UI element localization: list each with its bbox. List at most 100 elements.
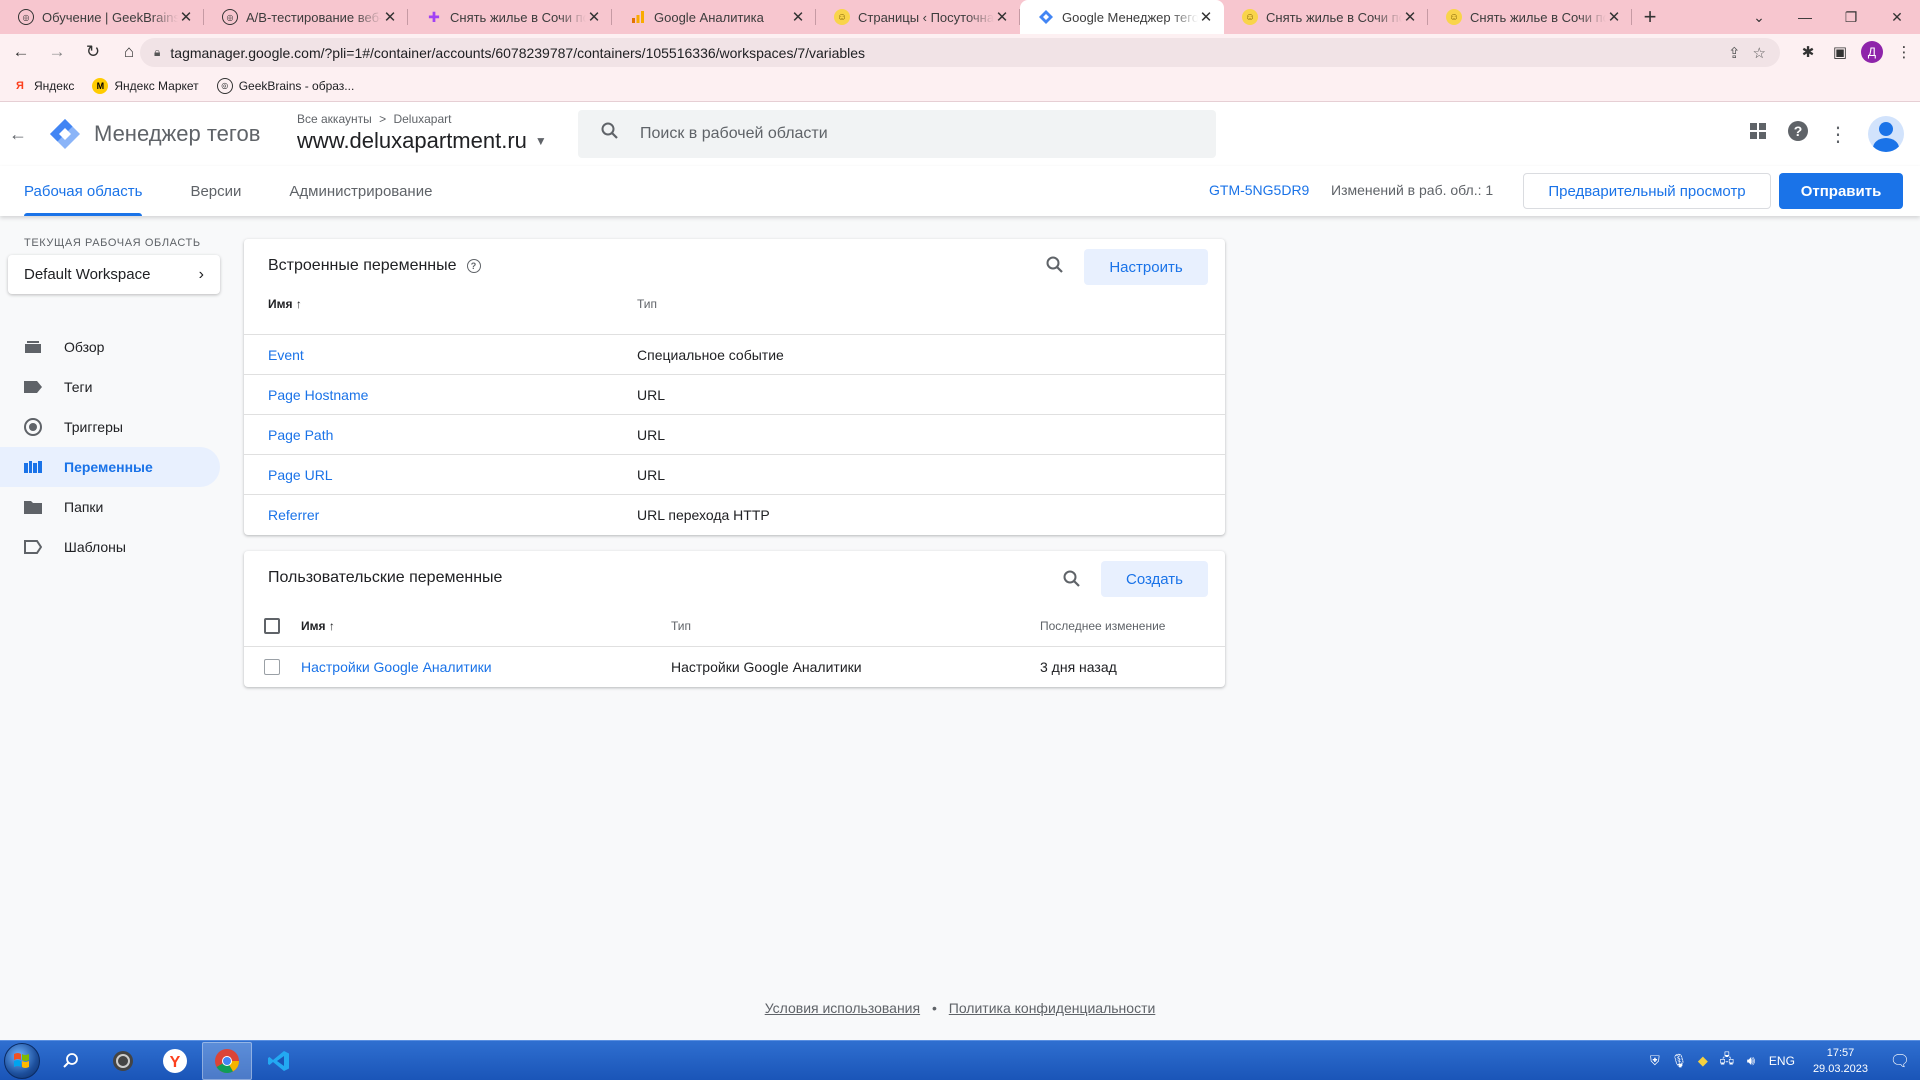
- tab-versions[interactable]: Версии: [166, 166, 265, 216]
- column-header-name[interactable]: Имя ↑: [301, 619, 335, 633]
- container-selector[interactable]: Все аккаунты > Deluxapart www.deluxapart…: [297, 112, 547, 154]
- tab-workspace[interactable]: Рабочая область: [0, 166, 166, 216]
- variable-name-link[interactable]: Page URL: [268, 467, 333, 483]
- extensions-icon[interactable]: ✱: [1792, 43, 1824, 61]
- search-icon[interactable]: [1045, 255, 1065, 281]
- variable-name-link[interactable]: Page Path: [268, 427, 333, 443]
- sidebar-item-overview[interactable]: Обзор: [0, 327, 220, 367]
- submit-button[interactable]: Отправить: [1779, 173, 1903, 209]
- tray-app-icon[interactable]: ⛨: [1643, 1053, 1667, 1069]
- workspace-selector[interactable]: Default Workspace ›: [8, 255, 220, 294]
- search-input[interactable]: [640, 125, 1200, 143]
- start-button[interactable]: [0, 1041, 44, 1080]
- sidebar-item-tags[interactable]: Теги: [0, 367, 220, 407]
- restore-icon[interactable]: ❐: [1828, 0, 1874, 34]
- address-bar[interactable]: 🔒︎ tagmanager.google.com/?pli=1#/contain…: [140, 38, 1780, 67]
- more-options-icon[interactable]: ⋮: [1818, 122, 1858, 147]
- help-icon[interactable]: ?: [1778, 120, 1818, 148]
- sidebar-item-label: Теги: [64, 379, 93, 395]
- back-icon[interactable]: ←: [6, 37, 36, 67]
- language-indicator[interactable]: ENG: [1769, 1054, 1795, 1068]
- browser-tab[interactable]: ◎ Обучение | GeekBrains - о ✕: [0, 0, 204, 34]
- browser-tab[interactable]: ◎ A/B-тестирование веб-пр ✕: [204, 0, 408, 34]
- variable-name-link[interactable]: Referrer: [268, 507, 319, 523]
- container-id-link[interactable]: GTM-5NG5DR9: [1209, 182, 1309, 198]
- bookmark-star-icon[interactable]: ☆: [1753, 44, 1766, 62]
- privacy-link[interactable]: Политика конфиденциальности: [949, 1000, 1156, 1016]
- help-circle-icon[interactable]: ?: [466, 259, 481, 273]
- preview-button[interactable]: Предварительный просмотр: [1523, 173, 1771, 209]
- variable-name-link[interactable]: Page Hostname: [268, 387, 368, 403]
- close-tab-icon[interactable]: ✕: [586, 8, 602, 26]
- browser-tab[interactable]: ☺ Снять жилье в Сочи посу ✕: [1428, 0, 1632, 34]
- sidebar-item-triggers[interactable]: Триггеры: [0, 407, 220, 447]
- forward-icon[interactable]: →: [42, 37, 72, 67]
- workspace-changes: Изменений в раб. обл.: 1: [1331, 182, 1494, 198]
- close-tab-icon[interactable]: ✕: [790, 8, 806, 26]
- close-tab-icon[interactable]: ✕: [994, 8, 1010, 26]
- clock[interactable]: 17:57 29.03.2023: [1813, 1045, 1868, 1077]
- url-text: tagmanager.google.com/?pli=1#/container/…: [170, 44, 866, 61]
- select-all-checkbox[interactable]: [264, 618, 280, 634]
- variable-name-link[interactable]: Event: [268, 347, 304, 363]
- tab-admin[interactable]: Администрирование: [265, 166, 456, 216]
- svg-text:?: ?: [1794, 123, 1803, 139]
- taskbar-app-icon[interactable]: [98, 1042, 148, 1080]
- apps-grid-icon[interactable]: [1738, 122, 1778, 146]
- row-checkbox[interactable]: [264, 658, 280, 675]
- minimize-icon[interactable]: —: [1782, 0, 1828, 34]
- column-header-name[interactable]: Имя ↑: [268, 297, 302, 311]
- browser-tab[interactable]: ☺ Страницы ‹ Посуточная а ✕: [816, 0, 1020, 34]
- terms-link[interactable]: Условия использования: [765, 1000, 920, 1016]
- tab-search-icon[interactable]: ⌄: [1736, 0, 1782, 34]
- yandex-browser-icon[interactable]: Y: [150, 1042, 200, 1080]
- profile-avatar[interactable]: Д: [1861, 41, 1883, 63]
- dropdown-caret-icon: ▼: [534, 134, 547, 148]
- close-window-icon[interactable]: ✕: [1874, 0, 1920, 34]
- close-tab-icon[interactable]: ✕: [1606, 8, 1622, 26]
- sidebar-item-templates[interactable]: Шаблоны: [0, 527, 220, 567]
- clock-time: 17:57: [1826, 1047, 1855, 1059]
- back-arrow-icon[interactable]: ←: [2, 124, 34, 145]
- volume-icon[interactable]: 🔊︎: [1739, 1053, 1763, 1069]
- browser-tab-active[interactable]: Google Менеджер тегов ✕: [1020, 0, 1224, 34]
- sidebar-item-variables[interactable]: Переменные: [0, 447, 220, 487]
- chrome-icon[interactable]: [202, 1041, 252, 1080]
- configure-button[interactable]: Настроить: [1084, 249, 1208, 285]
- workspace-search[interactable]: [578, 110, 1216, 158]
- browser-tab-title: A/B-тестирование веб-пр: [246, 9, 382, 25]
- new-tab-button[interactable]: +: [1632, 0, 1668, 34]
- breadcrumb-account[interactable]: Deluxapart: [393, 112, 451, 126]
- vscode-icon[interactable]: [254, 1042, 304, 1080]
- variable-name-link[interactable]: Настройки Google Аналитики: [301, 659, 492, 675]
- user-avatar[interactable]: [1868, 116, 1904, 152]
- search-icon[interactable]: [1062, 569, 1082, 595]
- side-panel-icon[interactable]: ▣: [1824, 43, 1856, 61]
- create-button[interactable]: Создать: [1101, 561, 1208, 597]
- page-footer: Условия использования • Политика конфиде…: [0, 1000, 1920, 1016]
- table-header: Имя ↑ Тип Последнее изменение: [244, 611, 1225, 641]
- browser-tab[interactable]: ✚ Снять жилье в Сочи посу ✕: [408, 0, 612, 34]
- close-tab-icon[interactable]: ✕: [178, 8, 194, 26]
- close-tab-icon[interactable]: ✕: [382, 8, 398, 26]
- smiley-icon: ☺: [1446, 9, 1462, 25]
- bookmark-geekbrains[interactable]: ◎ GeekBrains - образ...: [216, 77, 354, 94]
- share-icon[interactable]: ⇪: [1728, 44, 1741, 62]
- folder-icon: [24, 498, 42, 516]
- network-icon[interactable]: 🖧︎: [1715, 1050, 1739, 1072]
- browser-tab[interactable]: ☺ Снять жилье в Сочи посу ✕: [1224, 0, 1428, 34]
- close-tab-icon[interactable]: ✕: [1198, 8, 1214, 26]
- close-tab-icon[interactable]: ✕: [1402, 8, 1418, 26]
- browser-menu-icon[interactable]: ⋮: [1888, 43, 1920, 61]
- microphone-icon[interactable]: 🎙︎: [1667, 1053, 1691, 1069]
- tray-status-icon[interactable]: ◆: [1691, 1053, 1715, 1069]
- search-icon: [600, 121, 620, 147]
- bookmark-yandex-market[interactable]: M Яндекс Маркет: [92, 77, 199, 94]
- taskbar-search-icon[interactable]: [46, 1042, 96, 1080]
- sidebar-item-folders[interactable]: Папки: [0, 487, 220, 527]
- breadcrumb-all-accounts[interactable]: Все аккаунты: [297, 112, 372, 126]
- bookmark-yandex[interactable]: Я Яндекс: [12, 78, 74, 94]
- browser-tab[interactable]: Google Аналитика ✕: [612, 0, 816, 34]
- reload-icon[interactable]: ↻: [78, 37, 108, 67]
- notification-icon[interactable]: 🗨︎: [1880, 1051, 1920, 1071]
